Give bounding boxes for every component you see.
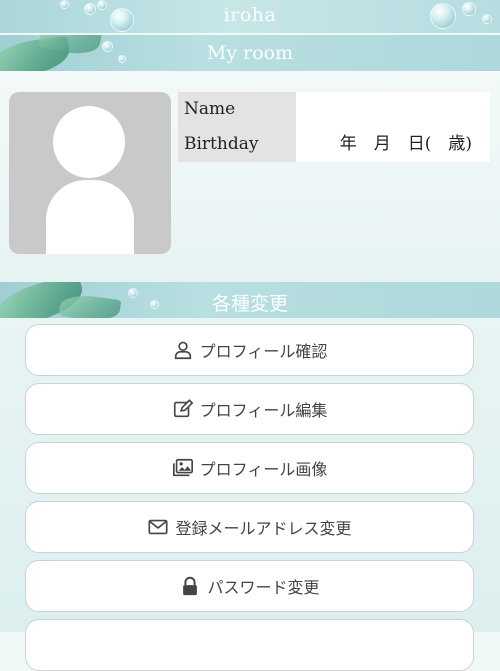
avatar-placeholder-icon[interactable]: [9, 92, 171, 254]
birthday-value: 年 月 日( 歳): [296, 127, 490, 162]
name-label: Name: [178, 92, 296, 127]
name-value: [296, 92, 490, 127]
password-change-label: パスワード変更: [207, 578, 320, 597]
birthday-label: Birthday: [178, 127, 296, 162]
password-change-button[interactable]: パスワード変更: [25, 560, 474, 612]
edit-icon: [172, 398, 194, 420]
app-header: iroha: [0, 0, 500, 33]
profile-edit-button[interactable]: プロフィール編集: [25, 383, 474, 435]
envelope-icon: [147, 516, 169, 538]
settings-header: 各種変更: [0, 282, 500, 318]
images-icon: [172, 457, 194, 479]
profile-view-label: プロフィール確認: [199, 342, 328, 361]
user-icon: [172, 339, 194, 361]
profile-info-table: Name Birthday 年 月 日( 歳): [178, 92, 490, 162]
my-room-header: My room: [0, 35, 500, 71]
email-change-label: 登録メールアドレス変更: [175, 519, 352, 538]
birthday-row: Birthday 年 月 日( 歳): [178, 127, 490, 162]
settings-menu: プロフィール確認 プロフィール編集 プロフィール画像 登録メールアドレス変更 パ…: [0, 318, 500, 671]
profile-section: Name Birthday 年 月 日( 歳): [0, 71, 500, 282]
profile-edit-label: プロフィール編集: [199, 401, 328, 420]
next-menu-button[interactable]: [25, 619, 474, 671]
profile-view-button[interactable]: プロフィール確認: [25, 324, 474, 376]
profile-image-button[interactable]: プロフィール画像: [25, 442, 474, 494]
profile-image-label: プロフィール画像: [199, 460, 328, 479]
email-change-button[interactable]: 登録メールアドレス変更: [25, 501, 474, 553]
my-room-title: My room: [206, 42, 294, 64]
app-title: iroha: [223, 4, 277, 26]
avatar-body-shape: [46, 180, 134, 254]
name-row: Name: [178, 92, 490, 127]
avatar-head-shape: [53, 106, 125, 178]
settings-title: 各種変更: [211, 293, 288, 315]
lock-icon: [179, 575, 201, 597]
